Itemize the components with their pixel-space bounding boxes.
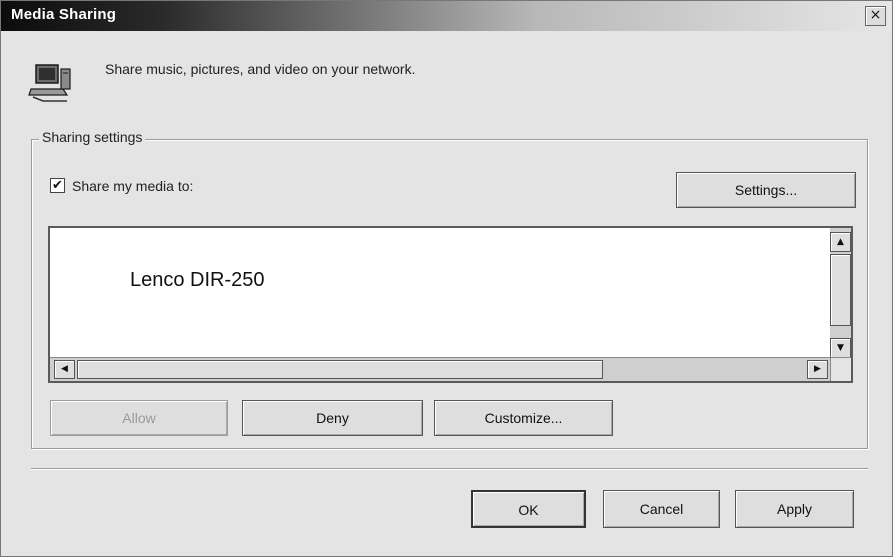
network-computer-icon [28, 64, 71, 102]
scroll-down-icon[interactable]: ▼ [830, 338, 851, 358]
list-item[interactable]: Lenco DIR-250 [130, 269, 265, 292]
allow-button[interactable]: Allow [50, 400, 228, 436]
footer-divider [31, 468, 868, 470]
settings-button[interactable]: Settings... [676, 172, 856, 208]
sharing-settings-legend: Sharing settings [39, 129, 146, 145]
scroll-corner [830, 357, 851, 381]
ok-button[interactable]: OK [471, 490, 586, 528]
vertical-scroll-thumb[interactable] [830, 254, 851, 326]
share-media-checkbox[interactable]: ✔ [50, 178, 65, 193]
device-list[interactable]: Lenco DIR-250 ▲ ▼ ◀ ▶ [48, 226, 853, 383]
header-description: Share music, pictures, and video on your… [105, 61, 416, 77]
scroll-up-icon[interactable]: ▲ [830, 232, 851, 252]
title-bar[interactable]: Media Sharing × [1, 1, 892, 31]
apply-button[interactable]: Apply [735, 490, 854, 528]
media-sharing-dialog: Media Sharing × Share music, pictures, a… [0, 0, 893, 557]
scroll-left-icon[interactable]: ◀ [54, 360, 75, 379]
window-title: Media Sharing [11, 6, 117, 23]
close-button[interactable]: × [865, 6, 886, 26]
share-media-label[interactable]: Share my media to: [72, 178, 193, 194]
horizontal-scrollbar[interactable]: ◀ ▶ [50, 357, 830, 381]
horizontal-scroll-thumb[interactable] [77, 360, 603, 379]
vertical-scrollbar[interactable]: ▲ ▼ [830, 228, 851, 358]
scroll-right-icon[interactable]: ▶ [807, 360, 828, 379]
deny-button[interactable]: Deny [242, 400, 423, 436]
customize-button[interactable]: Customize... [434, 400, 613, 436]
cancel-button[interactable]: Cancel [603, 490, 720, 528]
